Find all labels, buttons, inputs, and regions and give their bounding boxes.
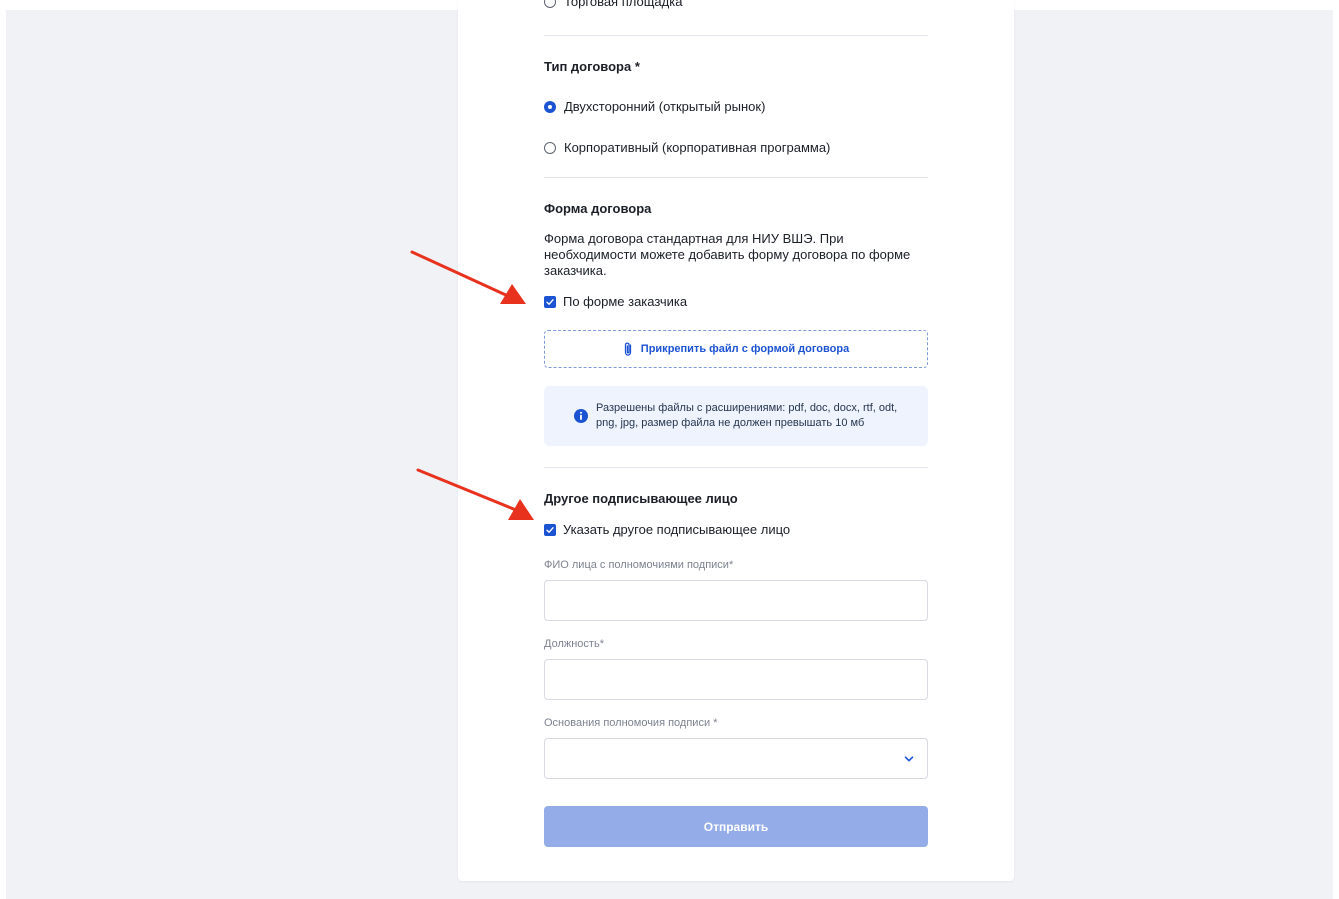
info-text: Разрешены файлы с расширениями: pdf, doc… [596, 402, 898, 429]
radio-circle-checked [544, 100, 556, 113]
paperclip-icon [624, 342, 631, 356]
radio-corporate[interactable]: Корпоративный (корпоративная программа) [544, 140, 830, 155]
basis-label: Основания полномочия подписи * [544, 717, 718, 729]
checkbox-label: По форме заказчика [563, 294, 688, 309]
chevron-down-icon [904, 756, 914, 762]
customer-form-checkbox[interactable]: По форме заказчика [544, 294, 687, 309]
radio-label: Двухсторонний (открытый рынок) [564, 99, 766, 114]
radio-circle [544, 0, 556, 8]
radio-trading-platform[interactable]: Торговая площадка [544, 0, 682, 9]
contract-type-title: Тип договора * [544, 59, 640, 74]
contract-form-title: Форма договора [544, 201, 652, 216]
form-card: Торговая площадка Тип договора * Двухсто… [458, 0, 1014, 881]
fio-input[interactable] [544, 580, 928, 621]
radio-circle [544, 141, 556, 154]
submit-button[interactable]: Отправить [544, 806, 928, 847]
contract-form-description: Форма договора стандартная для НИУ ВШЭ. … [544, 231, 911, 278]
checkbox-label: Указать другое подписывающее лицо [563, 522, 791, 537]
file-info-notice: Разрешены файлы с расширениями: pdf, doc… [544, 386, 928, 446]
check-icon [546, 526, 554, 533]
checkbox-box [544, 295, 556, 308]
radio-label: Корпоративный (корпоративная программа) [564, 140, 831, 155]
attach-file-button[interactable]: Прикрепить файл с формой договора [544, 330, 928, 368]
position-input[interactable] [544, 659, 928, 700]
position-label: Должность* [544, 638, 604, 650]
divider [544, 35, 928, 36]
attach-label: Прикрепить файл с формой договора [640, 343, 850, 355]
checkbox-box [544, 523, 556, 536]
divider [544, 467, 928, 468]
info-icon [574, 409, 588, 423]
red-arrow-annotation [416, 468, 534, 520]
red-arrow-annotation [410, 250, 526, 304]
radio-bilateral[interactable]: Двухсторонний (открытый рынок) [544, 99, 765, 114]
basis-select[interactable] [544, 738, 928, 779]
radio-label: Торговая площадка [564, 0, 683, 9]
other-signer-title: Другое подписывающее лицо [544, 491, 738, 506]
fio-label: ФИО лица с полномочиями подписи* [544, 559, 734, 571]
check-icon [546, 298, 554, 305]
divider [544, 177, 928, 178]
other-signer-checkbox[interactable]: Указать другое подписывающее лицо [544, 522, 790, 537]
